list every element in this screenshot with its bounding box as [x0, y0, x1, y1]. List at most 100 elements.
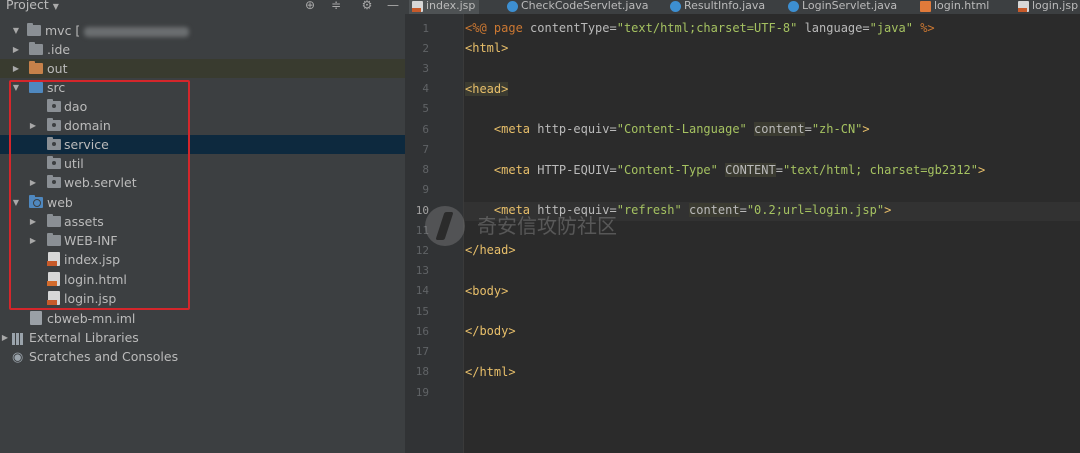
project-panel: Project ▼ ⊕ ≑ ⚙ — ▼ mvc [ ▶ .ide ▶ out ▼ …: [0, 0, 405, 453]
tree-item-scratches[interactable]: ◉ Scratches and Consoles: [0, 347, 405, 366]
watermark-text: 奇安信攻防社区: [477, 214, 617, 238]
tree-item-label: .ide: [47, 42, 71, 57]
tree-item-root[interactable]: ▼ mvc [: [0, 21, 405, 40]
line-number: 7: [422, 143, 429, 156]
libraries-icon: [12, 331, 26, 345]
code-line-2[interactable]: <html>: [465, 41, 508, 55]
code-token: </body>: [465, 324, 516, 338]
tree-item-external-libraries[interactable]: ▶ External Libraries: [0, 328, 405, 347]
code-token: %>: [912, 21, 935, 35]
code-token: "0.2;url=login.jsp": [746, 203, 885, 217]
line-number: 19: [415, 386, 429, 399]
code-token: http-equiv=: [530, 122, 617, 136]
code-token: content: [689, 203, 740, 217]
tab-loginservlet[interactable]: LoginServlet.java: [785, 0, 897, 14]
line-number: 6: [422, 123, 429, 136]
jsp-file-icon: [412, 1, 423, 12]
line-number: 15: [415, 305, 429, 318]
html-file-icon: [920, 1, 931, 12]
tab-login-html[interactable]: login.html: [917, 0, 989, 14]
code-line-14[interactable]: <body>: [465, 284, 508, 298]
watermark: 奇安信攻防社区: [425, 202, 685, 250]
code-line-16[interactable]: </body>: [465, 324, 516, 338]
code-token: <html>: [465, 41, 509, 55]
tree-item-out[interactable]: ▶ out: [0, 59, 405, 78]
tree-item-ide[interactable]: ▶ .ide: [0, 40, 405, 59]
watermark-logo-icon: [425, 206, 465, 246]
tree-item-label: out: [47, 61, 68, 76]
tab-label: ResultInfo.java: [684, 0, 766, 12]
line-number: 18: [415, 365, 429, 378]
code-token: HTTP-EQUIV=: [530, 163, 617, 177]
tab-label: index.jsp: [426, 0, 476, 12]
line-number: 4: [422, 82, 429, 95]
code-token: contentType=: [522, 21, 617, 35]
locate-icon[interactable]: ⊕: [303, 0, 317, 12]
code-token: <body>: [465, 284, 509, 298]
code-token: =: [739, 203, 747, 217]
line-number: 8: [422, 163, 429, 176]
tab-label: LoginServlet.java: [802, 0, 898, 12]
code-token: "zh-CN": [811, 122, 863, 136]
java-class-icon: [788, 1, 799, 12]
jsp-file-icon: [1018, 1, 1029, 12]
java-class-icon: [507, 1, 518, 12]
project-panel-title: Project: [6, 0, 49, 12]
line-number: 1: [422, 22, 429, 35]
code-token: >: [978, 163, 986, 177]
project-view-selector[interactable]: Project ▼: [6, 0, 59, 12]
editor-area: index.jsp CheckCodeServlet.java ResultIn…: [405, 0, 1080, 453]
code-token: "text/html;charset=UTF-8": [616, 21, 798, 35]
collapse-all-icon[interactable]: ≑: [329, 0, 343, 12]
code-token: "text/html; charset=gb2312": [782, 163, 979, 177]
tree-item-label: mvc [: [45, 23, 81, 38]
redacted-path: [84, 26, 190, 37]
code-token: content: [754, 122, 805, 136]
chevron-right-icon[interactable]: ▶: [0, 328, 10, 347]
line-number: 14: [415, 284, 429, 297]
code-token: <%@: [465, 21, 494, 35]
chevron-right-icon[interactable]: ▶: [11, 59, 21, 78]
code-token: CONTENT: [725, 163, 776, 177]
tab-resultinfo[interactable]: ResultInfo.java: [667, 0, 765, 14]
code-token: page: [493, 21, 523, 35]
line-number: 13: [415, 264, 429, 277]
chevron-down-icon[interactable]: ▼: [11, 21, 21, 40]
code-line-6[interactable]: <meta http-equiv="Content-Language" cont…: [465, 122, 870, 136]
line-number: 17: [415, 345, 429, 358]
code-token: language=: [797, 21, 870, 35]
line-number: 16: [415, 325, 429, 338]
tab-checkcodeservlet[interactable]: CheckCodeServlet.java: [504, 0, 648, 14]
tab-login-jsp[interactable]: login.jsp: [1015, 0, 1078, 14]
chevron-down-icon: ▼: [52, 2, 59, 11]
line-number: 3: [422, 62, 429, 75]
code-line-18[interactable]: </html>: [465, 365, 516, 379]
line-number: 5: [422, 102, 429, 115]
code-token: =: [804, 122, 812, 136]
java-class-icon: [670, 1, 681, 12]
tab-index-jsp[interactable]: index.jsp: [409, 0, 479, 14]
code-token: <meta: [493, 163, 531, 177]
iml-file-icon: [30, 311, 42, 325]
code-line-4[interactable]: <head>: [465, 82, 509, 96]
highlight-box: [9, 80, 190, 310]
tab-label: CheckCodeServlet.java: [521, 0, 649, 12]
code-line-1[interactable]: <%@ page contentType="text/html;charset=…: [465, 21, 935, 35]
tab-label: login.html: [934, 0, 990, 12]
code-token: <meta: [493, 122, 531, 136]
code-token: </html>: [465, 365, 516, 379]
line-number: 9: [422, 183, 429, 196]
editor-tab-bar: index.jsp CheckCodeServlet.java ResultIn…: [405, 0, 1080, 14]
tab-label: login.jsp: [1032, 0, 1079, 12]
code-line-8[interactable]: <meta HTTP-EQUIV="Content-Type" CONTENT=…: [465, 163, 985, 177]
code-token: =: [775, 163, 783, 177]
tree-item-label: External Libraries: [29, 330, 139, 345]
code-token: "Content-Type": [616, 163, 718, 177]
project-panel-header: Project ▼ ⊕ ≑ ⚙ —: [0, 0, 405, 14]
hide-icon[interactable]: —: [386, 0, 400, 12]
line-number: 2: [422, 42, 429, 55]
tree-item-iml[interactable]: cbweb-mn.iml: [0, 309, 405, 328]
chevron-right-icon[interactable]: ▶: [11, 40, 21, 59]
gear-icon[interactable]: ⚙: [360, 0, 374, 12]
tree-item-label: Scratches and Consoles: [29, 349, 179, 364]
